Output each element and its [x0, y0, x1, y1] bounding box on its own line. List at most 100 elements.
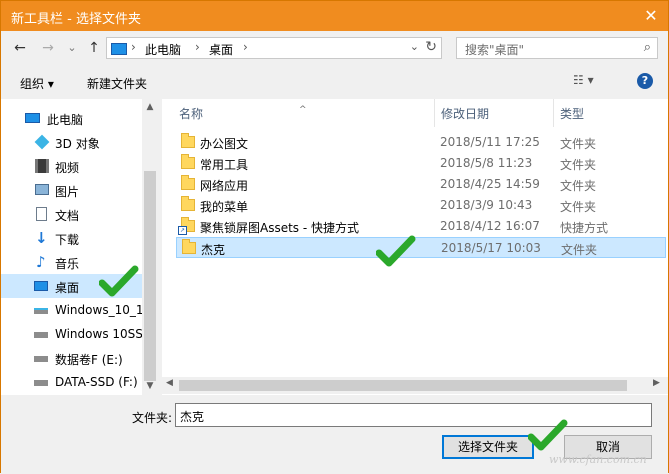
drive-icon — [34, 380, 48, 386]
back-button[interactable]: ← — [11, 39, 29, 57]
watermark: www.cfan.com.cn — [549, 453, 647, 466]
sidebar-item-label: 图片 — [55, 185, 80, 199]
dialog-window: 新工具栏 - 选择文件夹 ✕ ← → ⌄ ↑ › 此电脑 › 桌面 › ⌄ ↻ … — [0, 0, 669, 474]
file-type: 文件夹 — [560, 137, 597, 151]
up-button[interactable]: ↑ — [85, 39, 103, 57]
search-icon: ⌕ — [643, 40, 651, 55]
file-row[interactable]: 我的菜单 2018/3/9 10:43 文件夹 — [176, 195, 666, 216]
document-icon — [36, 207, 47, 221]
music-icon: ♪ — [36, 253, 46, 271]
file-name: 常用工具 — [200, 158, 249, 172]
checkmark-annotation-icon — [376, 235, 416, 267]
sidebar-scrollbar[interactable]: ▲ ▼ — [142, 99, 158, 395]
search-placeholder: 搜索"桌面" — [465, 43, 525, 57]
sidebar-item-label: 数据卷F (E:) — [55, 353, 123, 367]
scrollbar-thumb[interactable] — [144, 171, 156, 381]
title-bar: 新工具栏 - 选择文件夹 ✕ — [1, 1, 668, 31]
file-type: 文件夹 — [560, 200, 597, 214]
breadcrumb-desktop[interactable]: 桌面 — [209, 41, 233, 58]
breadcrumb-this-pc[interactable]: 此电脑 — [145, 41, 181, 58]
scroll-right-icon[interactable]: ▶ — [653, 378, 660, 388]
sidebar-item-documents[interactable]: 文档 — [1, 202, 142, 226]
select-folder-button[interactable]: 选择文件夹 — [442, 435, 534, 459]
sidebar-item-drive[interactable]: Windows 10SS — [1, 322, 143, 346]
recent-locations-button[interactable]: ⌄ — [63, 39, 81, 57]
scroll-up-icon[interactable]: ▲ — [145, 102, 155, 112]
sidebar-item-pictures[interactable]: 图片 — [1, 178, 142, 202]
sidebar-item-label: 此电脑 — [47, 113, 84, 127]
sidebar-item-downloads[interactable]: ↓ 下载 — [1, 226, 142, 250]
file-date: 2018/4/25 14:59 — [440, 177, 540, 191]
refresh-icon[interactable]: ↻ — [425, 39, 437, 55]
file-name: 我的菜单 — [200, 200, 249, 214]
column-header-label: 名称 — [179, 107, 204, 121]
sidebar-item-label: 音乐 — [55, 257, 80, 271]
file-date: 2018/5/8 11:23 — [440, 156, 533, 170]
scroll-left-icon[interactable]: ◀ — [166, 378, 173, 388]
sidebar-item-label: DATA-SSD (F:) — [55, 375, 138, 389]
breadcrumb-separator[interactable]: › — [195, 40, 200, 54]
breadcrumb-separator[interactable]: › — [131, 40, 136, 54]
sidebar-item-label: Windows_10_17 — [55, 303, 152, 317]
drive-icon — [34, 308, 48, 314]
folder-icon — [182, 239, 196, 254]
file-type: 文件夹 — [560, 158, 597, 172]
column-header-date[interactable]: 修改日期 — [435, 99, 553, 127]
scroll-down-icon[interactable]: ▼ — [145, 381, 155, 391]
sidebar-item-label: Windows 10SS — [55, 327, 143, 341]
folder-icon — [181, 154, 195, 169]
file-row-selected[interactable]: 杰克 2018/5/17 10:03 文件夹 — [176, 237, 666, 258]
checkmark-annotation-icon — [99, 265, 139, 297]
file-row[interactable]: 办公图文 2018/5/11 17:25 文件夹 — [176, 132, 666, 153]
sidebar-item-videos[interactable]: 视频 — [1, 154, 142, 178]
forward-button[interactable]: → — [39, 39, 57, 57]
folder-name-field[interactable]: 杰克 — [175, 403, 652, 427]
organize-menu[interactable]: 组织 ▾ — [20, 75, 54, 92]
file-name: 聚焦锁屏图Assets - 快捷方式 — [200, 221, 360, 235]
video-icon — [35, 159, 49, 173]
column-header-label: 类型 — [560, 107, 585, 121]
help-icon[interactable]: ? — [637, 73, 653, 89]
address-dropdown-icon[interactable]: ⌄ — [410, 40, 419, 53]
navigation-bar: ← → ⌄ ↑ › 此电脑 › 桌面 › ⌄ ↻ 搜索"桌面" ⌕ — [1, 31, 668, 65]
folder-icon — [181, 175, 195, 190]
sidebar-item-drive[interactable]: 数据卷F (E:) — [1, 346, 142, 370]
sidebar-item-this-pc[interactable]: 此电脑 — [1, 106, 142, 130]
desktop-icon — [34, 281, 48, 291]
sidebar-item-label: 文档 — [55, 209, 80, 223]
address-bar[interactable]: › 此电脑 › 桌面 › ⌄ ↻ — [106, 37, 442, 59]
file-row[interactable]: 网络应用 2018/4/25 14:59 文件夹 — [176, 174, 666, 195]
navigation-pane: 此电脑 3D 对象 视频 图片 文档 ↓ 下载 ♪ 音乐 桌面 Windows_… — [1, 99, 158, 395]
shortcut-arrow-icon: ↗ — [178, 226, 187, 235]
file-row[interactable]: 常用工具 2018/5/8 11:23 文件夹 — [176, 153, 666, 174]
file-name: 网络应用 — [200, 179, 249, 193]
column-header-type[interactable]: 类型 — [554, 99, 664, 127]
close-button[interactable]: ✕ — [640, 6, 662, 26]
sidebar-item-drive[interactable]: Windows_10_17 — [1, 298, 151, 322]
pc-icon — [111, 43, 127, 55]
sidebar-item-3d-objects[interactable]: 3D 对象 — [1, 130, 142, 154]
sidebar-item-label: 桌面 — [55, 281, 80, 295]
column-header-name[interactable]: 名称 ^ — [162, 99, 434, 127]
view-options-icon[interactable]: ☷ ▾ — [573, 73, 594, 87]
file-type: 快捷方式 — [560, 221, 609, 235]
scrollbar-thumb[interactable] — [179, 380, 627, 391]
folder-field-label: 文件夹: — [132, 411, 173, 425]
pc-icon — [25, 113, 40, 123]
file-row[interactable]: ↗ 聚焦锁屏图Assets - 快捷方式 2018/4/12 16:07 快捷方… — [176, 216, 666, 237]
file-type: 文件夹 — [561, 243, 598, 257]
sidebar-item-label: 3D 对象 — [55, 137, 100, 151]
breadcrumb-separator[interactable]: › — [243, 40, 248, 54]
sort-arrow-icon: ^ — [299, 105, 307, 115]
folder-name-value: 杰克 — [180, 410, 205, 424]
checkmark-annotation-icon — [528, 419, 568, 451]
window-title: 新工具栏 - 选择文件夹 — [11, 12, 141, 27]
new-folder-button[interactable]: 新建文件夹 — [87, 75, 147, 92]
file-date: 2018/4/12 16:07 — [440, 219, 540, 233]
horizontal-scrollbar[interactable]: ◀ ▶ — [162, 377, 668, 394]
search-input[interactable]: 搜索"桌面" ⌕ — [456, 37, 658, 59]
file-name: 杰克 — [201, 243, 226, 257]
sidebar-item-label: 下载 — [55, 233, 80, 247]
sidebar-item-drive[interactable]: DATA-SSD (F:) — [1, 370, 142, 394]
cube-icon — [34, 134, 50, 150]
